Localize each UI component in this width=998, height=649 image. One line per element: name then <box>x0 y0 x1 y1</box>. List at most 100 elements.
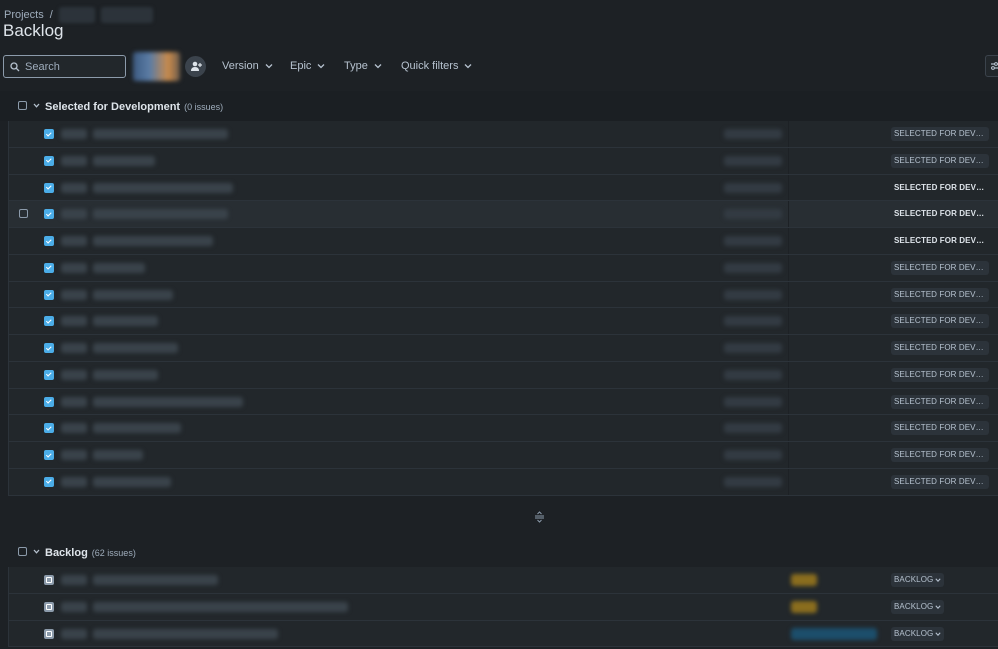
issue-summary[interactable] <box>93 209 228 220</box>
search-input[interactable] <box>25 60 120 73</box>
breadcrumb-projects-link[interactable]: Projects <box>4 9 44 21</box>
issue-summary[interactable] <box>93 369 158 380</box>
epic-filter-label: Epic <box>290 60 312 72</box>
issue-key[interactable] <box>61 155 87 166</box>
breadcrumb-project-link[interactable] <box>58 7 95 23</box>
issue-key[interactable] <box>61 628 87 639</box>
issue-row[interactable]: SELECTED FOR DEVELOP... <box>9 201 998 228</box>
issue-row[interactable]: SELECTED FOR DEVELOPM... <box>9 308 998 335</box>
status-badge[interactable]: SELECTED FOR DEVELOPM... <box>891 394 989 409</box>
issue-epic <box>724 155 782 166</box>
issue-row[interactable]: SELECTED FOR DEVELOP... <box>9 174 998 202</box>
issue-summary[interactable] <box>93 575 218 585</box>
status-dropdown[interactable]: BACKLOG <box>891 573 945 587</box>
issue-key[interactable] <box>61 343 87 353</box>
issue-epic <box>724 423 782 434</box>
status-badge[interactable]: SELECTED FOR DEVELOPM... <box>891 474 989 489</box>
chevron-down-icon <box>935 578 941 582</box>
issue-row[interactable]: SELECTED FOR DEVELOPM... <box>9 281 998 309</box>
status-badge[interactable]: SELECTED FOR DEVELOPM... <box>891 260 989 275</box>
status-badge[interactable]: SELECTED FOR DEVELOPM... <box>891 314 989 329</box>
column-divider <box>788 121 789 147</box>
issue-summary[interactable] <box>93 450 143 460</box>
issue-key[interactable] <box>61 129 87 139</box>
status-badge[interactable]: SELECTED FOR DEVELOPM... <box>891 367 989 382</box>
status-badge[interactable]: SELECTED FOR DEVELOPM... <box>891 287 989 302</box>
epic-filter[interactable]: Epic <box>290 60 325 72</box>
issue-epic <box>724 369 782 380</box>
page-title: Backlog <box>3 21 64 40</box>
issue-key[interactable] <box>61 236 87 246</box>
column-divider <box>788 415 789 441</box>
chevron-down-icon <box>465 64 472 69</box>
assignee-avatar[interactable] <box>133 52 180 81</box>
issue-summary[interactable] <box>93 476 171 487</box>
column-divider <box>788 361 789 388</box>
issue-key[interactable] <box>61 262 87 273</box>
status-badge[interactable]: SELECTED FOR DEVELOP... <box>891 234 989 248</box>
issue-key[interactable] <box>61 423 87 434</box>
add-people-button[interactable] <box>185 56 206 77</box>
issue-summary[interactable] <box>93 343 178 353</box>
quick-filters[interactable]: Quick filters <box>401 60 472 72</box>
issue-summary[interactable] <box>93 423 181 434</box>
status-badge[interactable]: SELECTED FOR DEVELOP... <box>891 207 989 221</box>
issue-key[interactable] <box>61 396 87 407</box>
issue-key[interactable] <box>61 316 87 327</box>
issue-key[interactable] <box>61 289 87 300</box>
backlog-section-header[interactable]: Backlog (62 issues) <box>0 537 998 567</box>
issue-row[interactable]: SELECTED FOR DEVELOPM... <box>9 468 998 496</box>
status-badge[interactable]: SELECTED FOR DEVELOP... <box>891 181 989 195</box>
search-field[interactable] <box>3 55 126 78</box>
resize-handle-icon[interactable] <box>534 511 545 523</box>
issue-summary[interactable] <box>93 236 213 246</box>
status-label: BACKLOG <box>894 575 934 584</box>
issue-summary[interactable] <box>93 396 243 407</box>
status-badge[interactable]: SELECTED FOR DEVELOPM... <box>891 448 989 462</box>
issue-key[interactable] <box>61 575 87 585</box>
issue-row[interactable]: SELECTED FOR DEVELOPM... <box>9 147 998 175</box>
issue-row[interactable]: SELECTED FOR DEVELOPM... <box>9 121 998 148</box>
issue-row[interactable]: BACKLOG <box>9 620 998 648</box>
issue-key[interactable] <box>61 601 87 612</box>
version-filter[interactable]: Version <box>222 60 273 72</box>
section-select-checkbox[interactable] <box>18 547 27 556</box>
breadcrumb-board-link[interactable] <box>100 7 153 23</box>
issue-key[interactable] <box>61 182 87 193</box>
issue-row[interactable]: SELECTED FOR DEVELOPM... <box>9 254 998 282</box>
view-settings-button[interactable] <box>985 55 998 77</box>
sprint-section-header[interactable]: Selected for Development (0 issues) <box>0 91 998 121</box>
issue-row[interactable]: SELECTED FOR DEVELOPM... <box>9 415 998 442</box>
chevron-down-icon[interactable] <box>33 549 40 554</box>
issue-summary[interactable] <box>93 289 173 300</box>
issue-summary[interactable] <box>93 262 145 273</box>
issue-row[interactable]: SELECTED FOR DEVELOPM... <box>9 335 998 362</box>
issue-select-checkbox[interactable] <box>19 209 28 219</box>
section-title: Backlog (62 issues) <box>45 547 136 559</box>
issue-key[interactable] <box>61 209 87 220</box>
issue-row[interactable]: SELECTED FOR DEVELOPM... <box>9 361 998 389</box>
issue-key[interactable] <box>61 369 87 380</box>
issue-row[interactable]: SELECTED FOR DEVELOPM... <box>9 442 998 469</box>
issue-summary[interactable] <box>93 129 228 139</box>
status-dropdown[interactable]: BACKLOG <box>891 599 945 614</box>
status-badge[interactable]: SELECTED FOR DEVELOPM... <box>891 421 989 436</box>
issue-summary[interactable] <box>93 155 155 166</box>
issue-summary[interactable] <box>93 316 158 327</box>
issue-row[interactable]: BACKLOG <box>9 567 998 594</box>
issue-summary[interactable] <box>93 182 233 193</box>
chevron-down-icon[interactable] <box>33 103 40 108</box>
issue-summary[interactable] <box>93 601 348 612</box>
issue-row[interactable]: SELECTED FOR DEVELOPM... <box>9 388 998 416</box>
issue-row[interactable]: BACKLOG <box>9 593 998 621</box>
status-badge[interactable]: SELECTED FOR DEVELOPM... <box>891 341 989 355</box>
status-dropdown[interactable]: BACKLOG <box>891 626 945 641</box>
type-filter[interactable]: Type <box>344 60 382 72</box>
issue-key[interactable] <box>61 450 87 460</box>
issue-summary[interactable] <box>93 628 278 639</box>
issue-row[interactable]: SELECTED FOR DEVELOP... <box>9 228 998 255</box>
issue-key[interactable] <box>61 476 87 487</box>
status-badge[interactable]: SELECTED FOR DEVELOPM... <box>891 127 989 141</box>
status-badge[interactable]: SELECTED FOR DEVELOPM... <box>891 153 989 168</box>
section-select-checkbox[interactable] <box>18 101 27 110</box>
